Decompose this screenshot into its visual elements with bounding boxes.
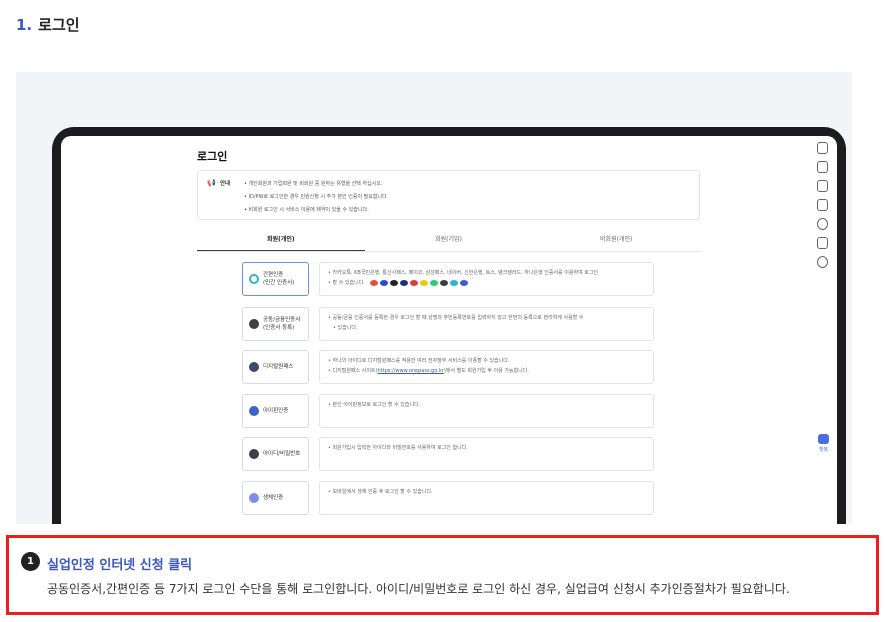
method-description: 카카오톡, KB국민은행, 통신사패스, 페이코, 삼성패스, 네이버, 신한은… bbox=[319, 262, 654, 296]
chatbot-label: 챗봇 bbox=[818, 447, 829, 453]
desc-line: 할 수 있습니다. bbox=[328, 278, 645, 288]
device-bezel: 챗봇 로그인 📢 안내 개인회원과 기업회원 및 비회원 중 원하는 유형을 선… bbox=[52, 127, 846, 524]
callout-title: 실업인정 인터넷 신청 클릭 bbox=[47, 558, 193, 573]
tab-member-personal[interactable]: 회원(개인) bbox=[197, 232, 365, 251]
provider-logo-icon bbox=[419, 279, 428, 286]
tab-member-business[interactable]: 회원(기업) bbox=[365, 232, 533, 251]
method-description: 모바일에서 생체 인증 후 로그인 할 수 있습니다. bbox=[319, 481, 654, 515]
instruction-callout: 1 실업인정 인터넷 신청 클릭 공동인증서,간편인증 등 7가지 로그인 수단… bbox=[6, 535, 879, 615]
desc-line: 모바일에서 생체 인증 후 로그인 할 수 있습니다. bbox=[328, 487, 645, 497]
desc-line-text: 할 수 있습니다. bbox=[332, 280, 365, 286]
side-rail bbox=[813, 142, 831, 268]
provider-icons bbox=[369, 279, 468, 286]
provider-logo-icon bbox=[379, 279, 388, 286]
callout-description: 공동인증서,간편인증 등 7가지 로그인 수단을 통해 로그인합니다. 아이디/… bbox=[47, 582, 790, 596]
provider-logo-icon bbox=[369, 279, 378, 286]
desc-line: 하나의 아이디로 디지털원패스를 적용한 여러 전자정부 서비스를 이용할 수 … bbox=[328, 356, 645, 366]
login-method-row: 공동/금융인증서 (인증서 등록) 공동/금융 인증서를 등록한 경우 로그인 … bbox=[242, 307, 655, 341]
desc-text: 디지털원패스 사이트( bbox=[332, 368, 378, 374]
login-method-row: 아이디/비밀번호 회원가입시 입력한 아이디와 비밀번호를 사용하여 로그인 합… bbox=[242, 437, 655, 471]
document-icon[interactable] bbox=[816, 142, 828, 154]
notice-label: 안내 bbox=[220, 181, 231, 187]
certificate-icon bbox=[249, 319, 259, 329]
onepass-icon bbox=[249, 362, 259, 372]
login-method-row: 간편인증 (민간 인증서) 카카오톡, KB국민은행, 통신사패스, 페이코, … bbox=[242, 262, 655, 296]
desc-line: 본인 아이핀정보로 로그인 할 수 있습니다. bbox=[328, 400, 645, 410]
notice-box: 📢 안내 개인회원과 기업회원 및 비회원 중 원하는 유형을 선택 하십시오.… bbox=[197, 170, 700, 220]
login-method-row: 아이핀인증 본인 아이핀정보로 로그인 할 수 있습니다. bbox=[242, 394, 655, 428]
method-description: 회원가입시 입력한 아이디와 비밀번호를 사용하여 로그인 합니다. bbox=[319, 437, 654, 471]
desc-line: 카카오톡, KB국민은행, 통신사패스, 페이코, 삼성패스, 네이버, 신한은… bbox=[328, 268, 645, 278]
provider-logo-icon bbox=[439, 279, 448, 286]
smile-icon[interactable] bbox=[816, 218, 828, 230]
method-label: 아이핀인증 bbox=[263, 408, 289, 414]
method-label: 아이디/비밀번호 bbox=[263, 451, 301, 457]
method-description: 본인 아이핀정보로 로그인 할 수 있습니다. bbox=[319, 394, 654, 428]
grid-icon[interactable] bbox=[816, 237, 828, 249]
desc-line: 공동/금융 인증서를 등록한 경우 로그인 할 때 성명과 주민등록번호를 입력… bbox=[328, 313, 645, 323]
provider-logo-icon bbox=[399, 279, 408, 286]
step-heading: 1. 로그인 bbox=[16, 14, 80, 35]
provider-logo-icon bbox=[429, 279, 438, 286]
chat-icon[interactable] bbox=[816, 161, 828, 173]
provider-logo-icon bbox=[389, 279, 398, 286]
provider-logo-icon bbox=[409, 279, 418, 286]
step-title: 로그인 bbox=[38, 16, 80, 34]
digital-onepass-button[interactable]: 디지털원패스 bbox=[242, 350, 309, 384]
desc-line: 디지털원패스 사이트(https://www.onepass.go.kr)에서 … bbox=[328, 366, 645, 376]
lock-icon bbox=[249, 449, 259, 459]
device-screen: 챗봇 로그인 📢 안내 개인회원과 기업회원 및 비회원 중 원하는 유형을 선… bbox=[61, 136, 837, 524]
method-description: 하나의 아이디로 디지털원패스를 적용한 여러 전자정부 서비스를 이용할 수 … bbox=[319, 350, 654, 384]
fingerprint-icon bbox=[249, 493, 259, 503]
provider-logo-icon bbox=[459, 279, 468, 286]
login-title: 로그인 bbox=[197, 150, 228, 163]
biometric-auth-button[interactable]: 생체인증 bbox=[242, 481, 309, 515]
method-description: 공동/금융 인증서를 등록한 경우 로그인 할 때 성명과 주민등록번호를 입력… bbox=[319, 307, 654, 341]
simple-auth-icon bbox=[249, 274, 259, 284]
notice-item: ID/PW로 로그인한 경우 빈원신청 시 추가 본인 인증이 필요합니다 bbox=[244, 191, 387, 204]
certificate-auth-button[interactable]: 공동/금융인증서 (인증서 등록) bbox=[242, 307, 309, 341]
provider-logo-icon bbox=[449, 279, 458, 286]
step-badge: 1 bbox=[21, 552, 40, 571]
desc-line: 회원가입시 입력한 아이디와 비밀번호를 사용하여 로그인 합니다. bbox=[328, 443, 645, 453]
id-password-button[interactable]: 아이디/비밀번호 bbox=[242, 437, 309, 471]
calculator-icon[interactable] bbox=[816, 199, 828, 211]
tab-non-member[interactable]: 비회원(개인) bbox=[532, 232, 700, 251]
login-method-row: 생체인증 모바일에서 생체 인증 후 로그인 할 수 있습니다. bbox=[242, 481, 655, 515]
robot-icon bbox=[818, 434, 829, 444]
step-number: 1. bbox=[16, 16, 33, 34]
simple-auth-button[interactable]: 간편인증 (민간 인증서) bbox=[242, 262, 309, 296]
login-method-row: 디지털원패스 하나의 아이디로 디지털원패스를 적용한 여러 전자정부 서비스를… bbox=[242, 350, 655, 384]
screenshot-frame: 챗봇 로그인 📢 안내 개인회원과 기업회원 및 비회원 중 원하는 유형을 선… bbox=[16, 72, 852, 524]
ipin-auth-button[interactable]: 아이핀인증 bbox=[242, 394, 309, 428]
notice-list: 개인회원과 기업회원 및 비회원 중 원하는 유형을 선택 하십시오. ID/P… bbox=[244, 178, 387, 217]
onepass-link[interactable]: https://www.onepass.go.kr bbox=[378, 368, 444, 374]
notice-item: 비회원 로그인 시 서비스 이용에 제약이 있을 수 있습니다. bbox=[244, 204, 387, 217]
notice-item: 개인회원과 기업회원 및 비회원 중 원하는 유형을 선택 하십시오. bbox=[244, 178, 387, 191]
monitor-icon[interactable] bbox=[816, 180, 828, 192]
ipin-icon bbox=[249, 406, 259, 416]
chatbot-button[interactable]: 챗봇 bbox=[818, 434, 829, 453]
member-tabs: 회원(개인) 회원(기업) 비회원(개인) bbox=[197, 232, 700, 252]
method-label: 간편인증 (민간 인증서) bbox=[263, 272, 295, 286]
desc-text: )에서 별도 회원가입 후 이용 가능합니다. bbox=[443, 368, 529, 374]
desc-line: 있습니다. bbox=[328, 323, 645, 333]
megaphone-icon: 📢 bbox=[207, 179, 216, 187]
method-label: 디지털원패스 bbox=[263, 364, 294, 370]
database-icon[interactable] bbox=[816, 256, 828, 268]
method-label: 공동/금융인증서 (인증서 등록) bbox=[263, 317, 301, 331]
method-label: 생체인증 bbox=[263, 495, 284, 501]
